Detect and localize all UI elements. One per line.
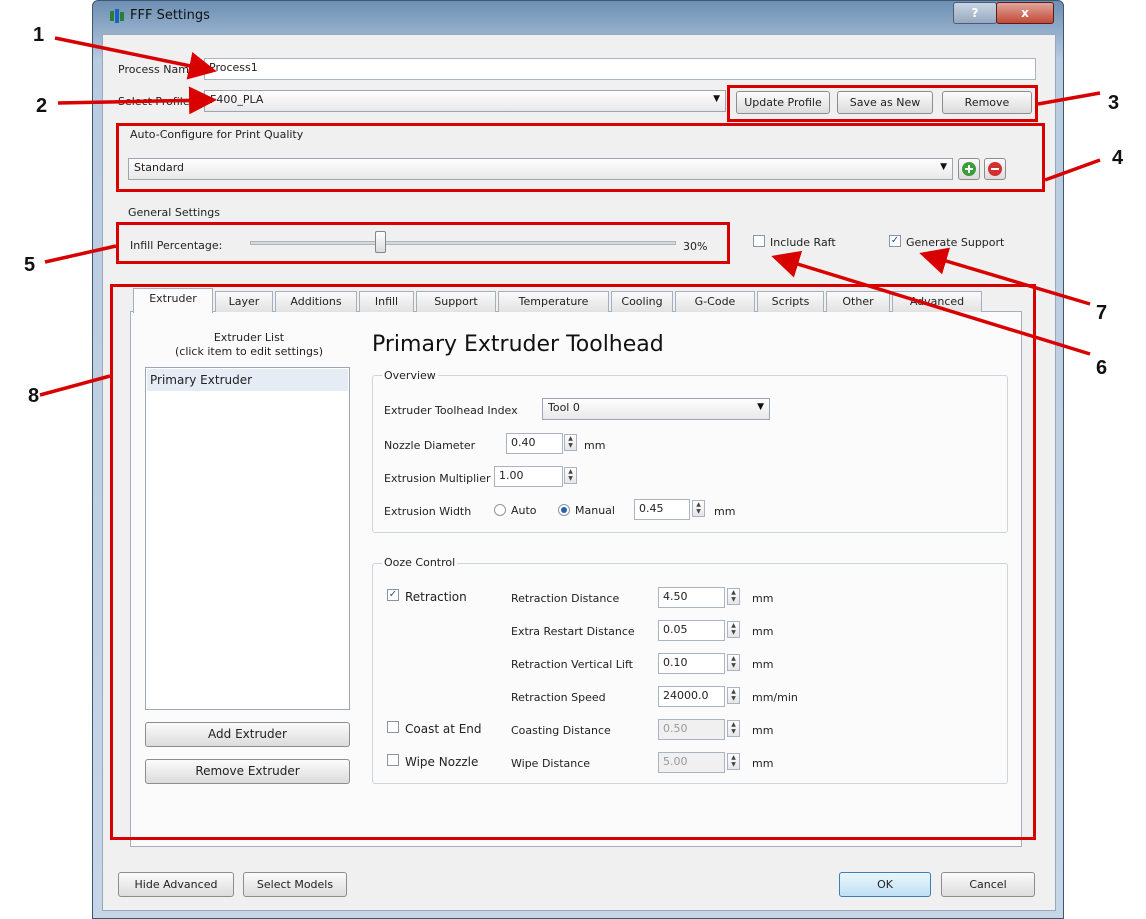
callout-2: 2 — [36, 95, 48, 117]
callout-5: 5 — [24, 254, 36, 276]
callout-4: 4 — [1112, 147, 1124, 169]
arrow-6 — [771, 250, 1091, 356]
callout-8: 8 — [28, 385, 40, 407]
callout-6: 6 — [1096, 357, 1108, 379]
arrow-5 — [44, 244, 117, 264]
callout-1: 1 — [33, 24, 45, 46]
arrow-2 — [57, 86, 217, 115]
arrow-4 — [1044, 158, 1101, 182]
arrow-3 — [1037, 91, 1101, 106]
callout-7: 7 — [1096, 302, 1108, 324]
arrow-7 — [919, 247, 1091, 306]
callout-3: 3 — [1108, 92, 1120, 114]
arrow-1 — [54, 36, 217, 80]
arrow-8 — [39, 374, 111, 397]
annotation-arrows — [39, 36, 1101, 397]
